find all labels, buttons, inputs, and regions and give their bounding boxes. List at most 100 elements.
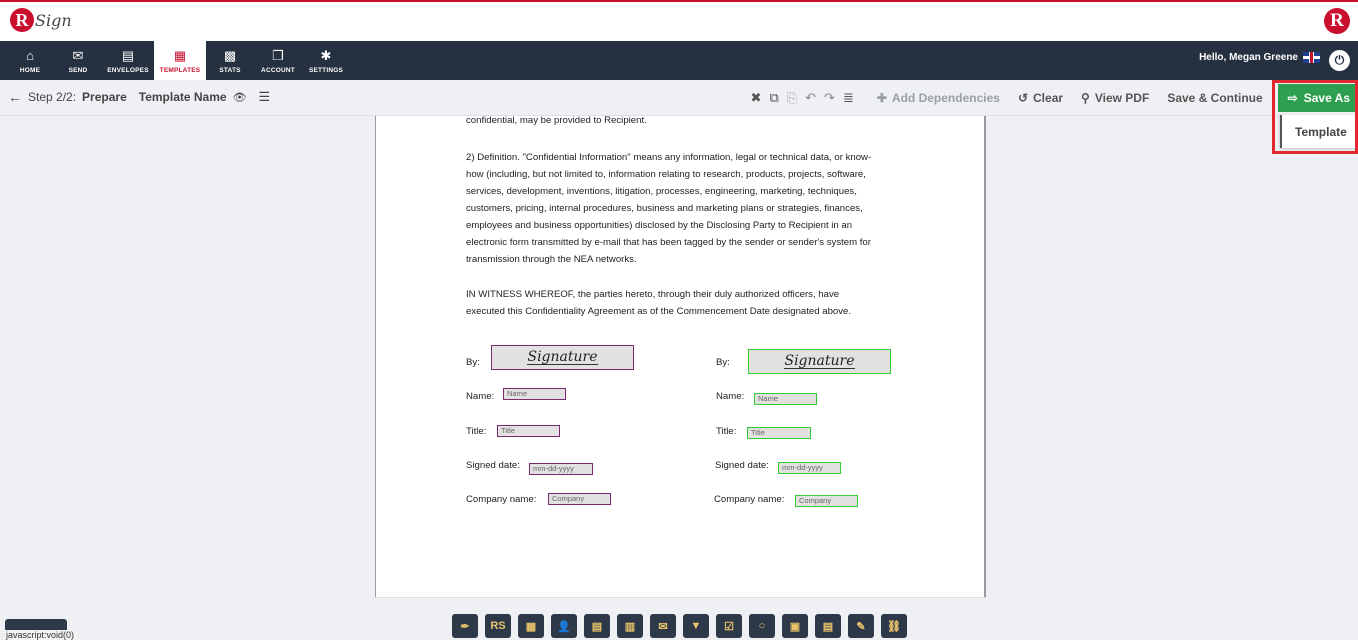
user-greeting[interactable]: Hello, Megan Greene: [1199, 52, 1320, 63]
nav-templates[interactable]: ▦ TEMPLATES: [154, 41, 206, 80]
document-page: confidential, may be provided to Recipie…: [375, 115, 986, 597]
home-icon: ⌂: [26, 48, 34, 63]
view-pdf-label: View PDF: [1094, 91, 1150, 105]
nav-envelopes[interactable]: ▤ ENVELOPES: [102, 41, 154, 80]
close-icon[interactable]: ✖: [751, 90, 762, 106]
gear-icon: ✱: [320, 48, 332, 63]
title-label: Title:: [466, 426, 487, 437]
account-icon: ❐: [272, 48, 284, 63]
dropdown-icon[interactable]: ▼: [683, 614, 709, 638]
uk-flag-icon[interactable]: [1303, 52, 1320, 63]
link-icon[interactable]: ⛓: [881, 614, 907, 638]
name-field-signer2[interactable]: Name: [754, 393, 817, 405]
document-icon[interactable]: ▤: [815, 614, 841, 638]
doc-line: transmission through the NEA networks.: [466, 254, 637, 265]
briefcase-icon: ▩: [223, 48, 237, 63]
briefcase-icon[interactable]: ▤: [584, 614, 610, 638]
signature-field-signer2[interactable]: Signature: [748, 349, 891, 374]
title-field-signer2[interactable]: Title: [747, 427, 811, 439]
nav-send[interactable]: ✉ SEND: [54, 41, 102, 80]
logo-text: Sign: [35, 10, 72, 30]
rs-initials-icon[interactable]: RS: [485, 614, 511, 638]
nav-account[interactable]: ❐ ACCOUNT: [254, 41, 302, 80]
step-name: Prepare: [82, 90, 127, 104]
doc-line: executed this Confidentiality Agreement …: [466, 306, 852, 317]
envelope-icon: ✉: [72, 48, 84, 63]
power-icon[interactable]: ⏻: [1329, 50, 1350, 71]
nav-send-label: SEND: [68, 67, 88, 74]
stamp-icon[interactable]: ✎: [848, 614, 874, 638]
building-icon[interactable]: ▥: [617, 614, 643, 638]
nav-home[interactable]: ⌂ HOME: [6, 41, 54, 80]
reset-icon: ↺: [1017, 91, 1029, 105]
view-pdf-button[interactable]: ⚲ View PDF: [1081, 91, 1149, 105]
redo-icon[interactable]: ↷: [824, 90, 835, 106]
by-label: By:: [716, 357, 730, 368]
undo-icon[interactable]: ↶: [805, 90, 816, 106]
prepare-toolbar: ← Step 2/2: Prepare Template Name 👁 ☰ ✖ …: [0, 80, 1358, 116]
nav-settings[interactable]: ✱ SETTINGS: [302, 41, 350, 80]
title-label: Title:: [716, 426, 737, 437]
signature-field-signer1[interactable]: Signature: [491, 345, 634, 370]
templates-icon: ▦: [173, 48, 187, 63]
template-name[interactable]: Template Name: [139, 90, 227, 104]
company-name-label: Company name:: [466, 494, 537, 505]
save-continue-button[interactable]: Save & Continue: [1167, 91, 1262, 105]
list-icon[interactable]: ☰: [259, 89, 271, 105]
company-field-signer1[interactable]: Company: [548, 493, 611, 505]
clear-button[interactable]: ↺ Clear: [1018, 91, 1063, 105]
date-icon[interactable]: ▣: [782, 614, 808, 638]
envelope-icon[interactable]: ✉: [650, 614, 676, 638]
doc-line: services, development, inventions, litig…: [466, 186, 857, 197]
doc-line: 2) Definition. "Confidential Information…: [466, 152, 872, 163]
nav-home-label: HOME: [19, 67, 41, 74]
company-field-signer2[interactable]: Company: [795, 495, 858, 507]
by-label: By:: [466, 357, 480, 368]
doc-line: customers, pricing, internal procedures,…: [466, 203, 863, 214]
signed-date-label: Signed date:: [466, 460, 520, 471]
nav-stats-label: STATS: [219, 67, 241, 74]
main-nav: ⌂ HOME ✉ SEND ▤ ENVELOPES ▦ TEMPLATES ▩ …: [0, 41, 1358, 80]
company-name-label: Company name:: [714, 494, 785, 505]
nav-stats[interactable]: ▩ STATS: [206, 41, 254, 80]
add-dependencies-label: Add Dependencies: [891, 91, 1000, 105]
title-field-signer1[interactable]: Title: [497, 425, 560, 437]
doc-line: how (including, but not limited to, info…: [466, 169, 866, 180]
add-dependencies-button[interactable]: ✚ Add Dependencies: [877, 91, 1000, 105]
back-arrow-icon[interactable]: ←: [8, 89, 22, 105]
signed-date-label: Signed date:: [715, 460, 769, 471]
copy-icon[interactable]: ⧉: [769, 90, 778, 106]
calendar-stamp-icon[interactable]: ▦: [518, 614, 544, 638]
rsign-logo[interactable]: R Sign: [10, 8, 72, 32]
user-icon[interactable]: 👤: [551, 614, 577, 638]
clear-label: Clear: [1033, 91, 1064, 105]
puzzle-icon: ✚: [876, 91, 887, 105]
paste-icon[interactable]: ⎘: [787, 90, 797, 106]
highlight-box: [1272, 80, 1358, 154]
pen-tool-icon[interactable]: ✒: [452, 614, 478, 638]
nav-templates-label: TEMPLATES: [159, 67, 201, 74]
doc-line: confidential, may be provided to Recipie…: [466, 115, 647, 126]
rpost-logo: R: [1324, 8, 1350, 34]
status-bar-url: javascript:void(0): [3, 630, 78, 640]
doc-line: IN WITNESS WHEREOF, the parties hereto, …: [466, 289, 840, 300]
checkbox-icon[interactable]: ☑: [716, 614, 742, 638]
doc-line: employees and business opportunities) di…: [466, 220, 853, 231]
controls-toolbar: ✒ RS ▦ 👤 ▤ ▥ ✉ ▼ ☑ ○ ▣ ▤ ✎ ⛓: [375, 597, 986, 640]
logo-mark: R: [10, 8, 34, 32]
radio-icon[interactable]: ○: [749, 614, 775, 638]
brand-bar: R Sign R: [0, 0, 1358, 41]
witness-paragraph: IN WITNESS WHEREOF, the parties hereto, …: [466, 286, 896, 320]
menu-icon[interactable]: ≣: [843, 90, 854, 106]
search-icon: ⚲: [1081, 91, 1090, 105]
name-label: Name:: [716, 391, 745, 402]
step-indicator: Step 2/2:: [28, 90, 77, 104]
eye-icon[interactable]: 👁: [233, 91, 247, 104]
date-field-signer2[interactable]: mm-dd-yyyy: [778, 462, 841, 474]
date-field-signer1[interactable]: mm-dd-yyyy: [529, 463, 593, 475]
signature-placeholder: Signature: [784, 353, 855, 369]
signature-placeholder: Signature: [527, 349, 598, 365]
name-field-signer1[interactable]: Name: [503, 388, 566, 400]
definition-paragraph: 2) Definition. "Confidential Information…: [466, 149, 896, 268]
greeting-text: Hello, Megan Greene: [1199, 52, 1298, 63]
